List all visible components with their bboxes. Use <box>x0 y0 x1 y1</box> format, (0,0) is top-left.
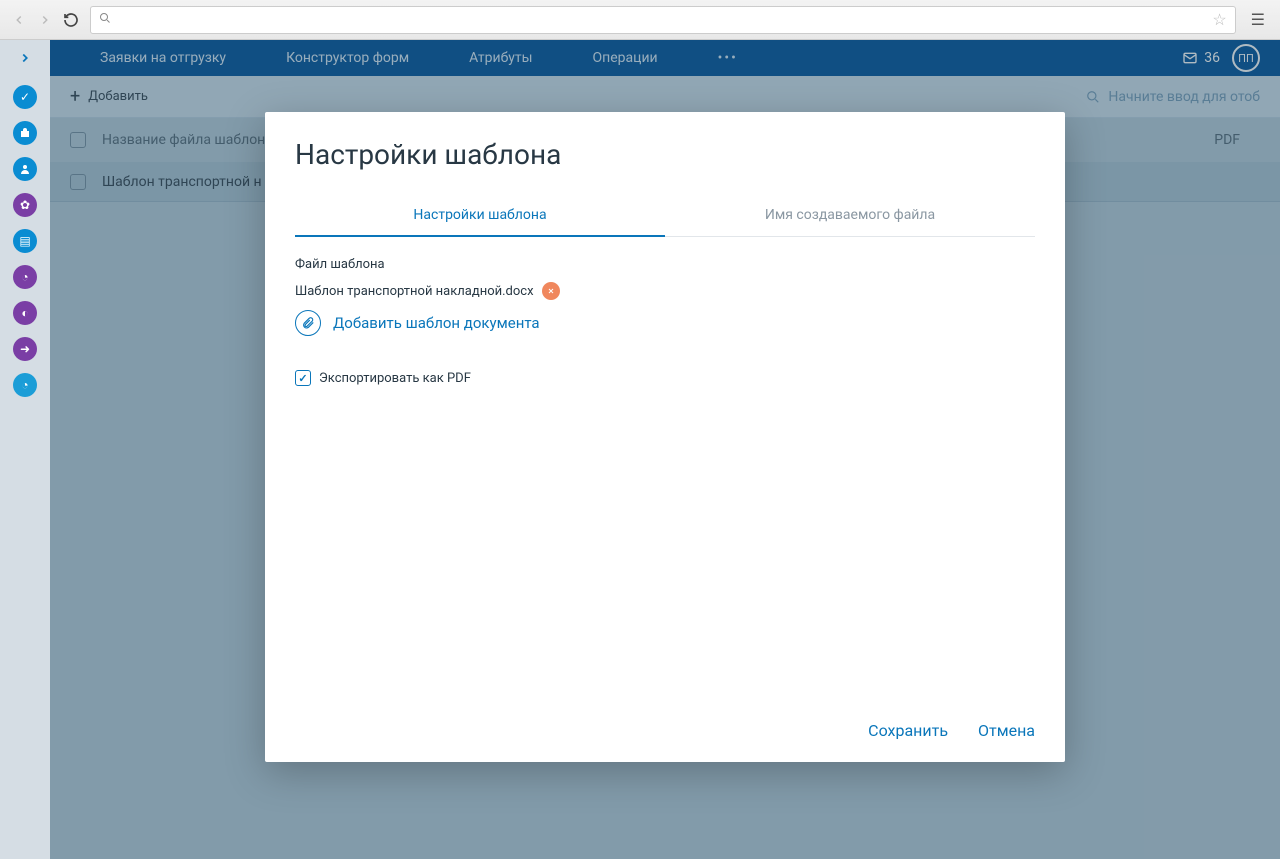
attached-file-name[interactable]: Шаблон транспортной накладной.docx <box>295 284 534 299</box>
sidebar-item-gear[interactable]: ✿ <box>13 193 37 217</box>
file-label: Файл шаблона <box>295 257 1035 272</box>
add-template-label: Добавить шаблон документа <box>333 314 540 332</box>
sidebar-item-arrow[interactable]: ➜ <box>13 337 37 361</box>
export-pdf-row[interactable]: ✓ Экспортировать как PDF <box>295 370 1035 386</box>
forward-button[interactable] <box>36 11 54 29</box>
left-sidebar: ✓ ✿ ▤ ◔ ◐ ➜ ◔ <box>0 40 50 859</box>
sidebar-item-bag[interactable] <box>13 121 37 145</box>
export-pdf-checkbox[interactable]: ✓ <box>295 370 311 386</box>
attached-file-row: Шаблон транспортной накладной.docx <box>295 282 1035 300</box>
url-bar[interactable]: ☆ <box>90 6 1236 34</box>
modal-title: Настройки шаблона <box>295 138 1035 171</box>
browser-chrome: ☆ ☰ <box>0 0 1280 40</box>
paperclip-icon <box>295 310 321 336</box>
menu-icon[interactable]: ☰ <box>1246 10 1270 29</box>
export-pdf-label: Экспортировать как PDF <box>319 371 471 386</box>
save-button[interactable]: Сохранить <box>868 721 948 740</box>
sidebar-item-gauge[interactable]: ◐ <box>13 301 37 325</box>
sidebar-item-time[interactable]: ◔ <box>13 373 37 397</box>
back-button[interactable] <box>10 11 28 29</box>
modal-tab-settings[interactable]: Настройки шаблона <box>295 197 665 237</box>
sidebar-item-check[interactable]: ✓ <box>13 85 37 109</box>
sidebar-item-user[interactable] <box>13 157 37 181</box>
modal-overlay[interactable]: Настройки шаблона Настройки шаблона Имя … <box>50 40 1280 859</box>
cancel-button[interactable]: Отмена <box>978 721 1035 740</box>
sidebar-item-circle[interactable]: ◔ <box>13 265 37 289</box>
add-template-link[interactable]: Добавить шаблон документа <box>295 310 1035 336</box>
sidebar-toggle[interactable] <box>18 50 32 69</box>
bookmark-icon[interactable]: ☆ <box>1212 10 1226 29</box>
modal-tab-filename[interactable]: Имя создаваемого файла <box>665 197 1035 236</box>
url-input[interactable] <box>119 12 1204 27</box>
modal-tabs: Настройки шаблона Имя создаваемого файла <box>295 197 1035 237</box>
reload-button[interactable] <box>62 11 80 29</box>
remove-file-button[interactable] <box>542 282 560 300</box>
search-icon <box>99 12 111 27</box>
template-settings-modal: Настройки шаблона Настройки шаблона Имя … <box>265 112 1065 762</box>
sidebar-item-doc[interactable]: ▤ <box>13 229 37 253</box>
